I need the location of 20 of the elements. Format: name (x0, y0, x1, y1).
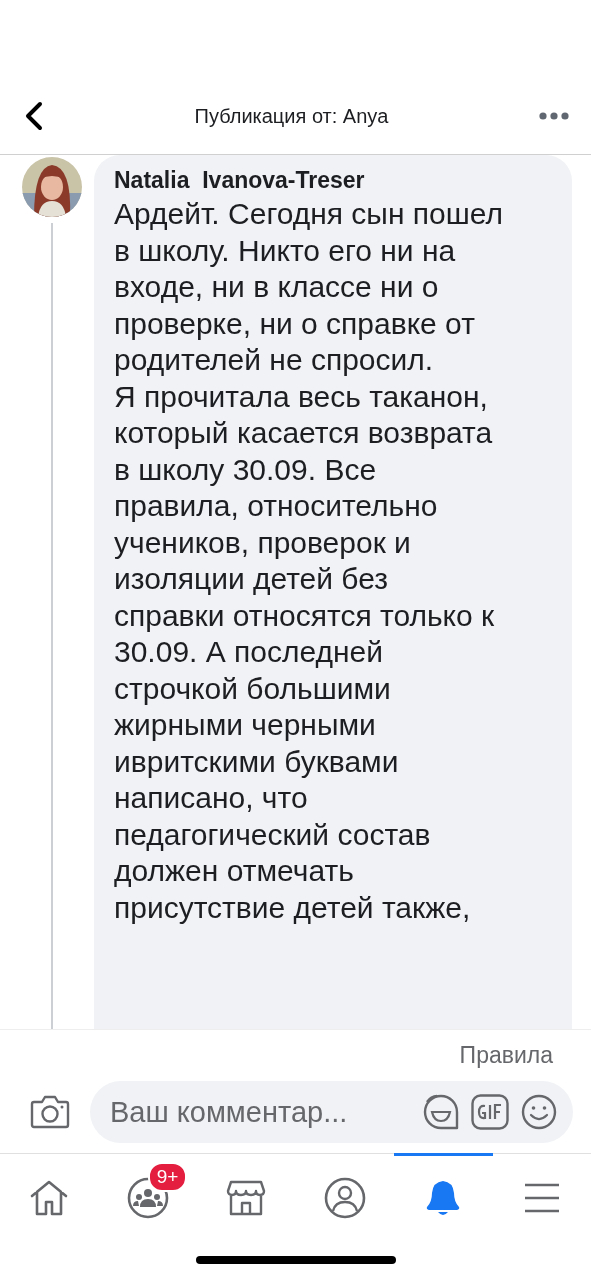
profile-icon (323, 1177, 366, 1219)
shop-icon (226, 1179, 267, 1217)
header-title: Публикация от: Anya (194, 104, 389, 128)
home-icon (29, 1179, 70, 1217)
comment-author[interactable]: Natalia Ivanova-Treser (114, 167, 554, 194)
avatar[interactable] (22, 157, 82, 217)
camera-icon[interactable] (30, 1095, 70, 1129)
menu-icon (523, 1183, 560, 1213)
nav-tab[interactable]: 9+ (98, 1153, 197, 1240)
emoji-icon[interactable] (521, 1094, 557, 1130)
rules-link[interactable]: Правила (459, 1042, 573, 1069)
back-button[interactable] (24, 101, 44, 131)
comment-text: Ардейт. Сегодня сын пошел в школу. Никто его ни на входе, ни в классе ни о проверке, ни о справке от родителей не спросил. Я прочитала весь таканон, который касается возврата в школу 30.09. Все правила, относительно учеников, проверок и изоляции детей без справки относятся только к 30.09. А последней строчкой большими жирными черными ивритскими буквами написано, что педагогический состав должен отмечать присутствие детей также, (114, 196, 504, 926)
notification-badge: 9+ (147, 1162, 188, 1192)
sticker-icon[interactable] (423, 1094, 459, 1130)
more-button[interactable] (539, 112, 569, 120)
comment-field[interactable]: Ваш комментар... (110, 1095, 411, 1129)
bell-icon (425, 1178, 462, 1218)
comment-bar[interactable]: Ваш комментар... (90, 1081, 573, 1143)
gif-icon[interactable] (471, 1094, 509, 1130)
